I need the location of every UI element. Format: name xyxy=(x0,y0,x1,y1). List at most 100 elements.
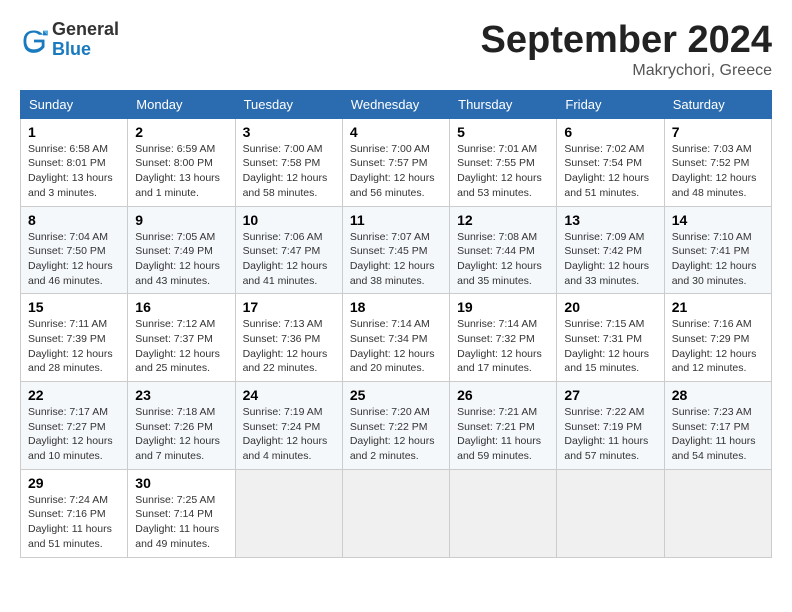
day-info: Sunrise: 7:18 AM Sunset: 7:26 PM Dayligh… xyxy=(135,405,227,464)
day-number: 9 xyxy=(135,212,227,228)
calendar-day-cell: 7 Sunrise: 7:03 AM Sunset: 7:52 PM Dayli… xyxy=(664,118,771,206)
calendar-day-cell: 13 Sunrise: 7:09 AM Sunset: 7:42 PM Dayl… xyxy=(557,206,664,294)
day-info: Sunrise: 7:16 AM Sunset: 7:29 PM Dayligh… xyxy=(672,317,764,376)
day-info: Sunrise: 7:09 AM Sunset: 7:42 PM Dayligh… xyxy=(564,230,656,289)
day-info: Sunrise: 7:21 AM Sunset: 7:21 PM Dayligh… xyxy=(457,405,549,464)
column-header-saturday: Saturday xyxy=(664,90,771,118)
calendar-week-row: 22 Sunrise: 7:17 AM Sunset: 7:27 PM Dayl… xyxy=(21,382,772,470)
day-number: 22 xyxy=(28,387,120,403)
day-number: 21 xyxy=(672,299,764,315)
column-header-thursday: Thursday xyxy=(450,90,557,118)
day-number: 27 xyxy=(564,387,656,403)
day-info: Sunrise: 7:01 AM Sunset: 7:55 PM Dayligh… xyxy=(457,142,549,201)
calendar-week-row: 8 Sunrise: 7:04 AM Sunset: 7:50 PM Dayli… xyxy=(21,206,772,294)
calendar-day-cell: 4 Sunrise: 7:00 AM Sunset: 7:57 PM Dayli… xyxy=(342,118,449,206)
day-info: Sunrise: 7:20 AM Sunset: 7:22 PM Dayligh… xyxy=(350,405,442,464)
day-number: 7 xyxy=(672,124,764,140)
day-number: 14 xyxy=(672,212,764,228)
calendar-day-cell: 2 Sunrise: 6:59 AM Sunset: 8:00 PM Dayli… xyxy=(128,118,235,206)
day-number: 11 xyxy=(350,212,442,228)
day-number: 17 xyxy=(243,299,335,315)
calendar-day-cell: 11 Sunrise: 7:07 AM Sunset: 7:45 PM Dayl… xyxy=(342,206,449,294)
day-info: Sunrise: 7:22 AM Sunset: 7:19 PM Dayligh… xyxy=(564,405,656,464)
day-number: 25 xyxy=(350,387,442,403)
calendar-day-cell: 3 Sunrise: 7:00 AM Sunset: 7:58 PM Dayli… xyxy=(235,118,342,206)
day-info: Sunrise: 7:00 AM Sunset: 7:57 PM Dayligh… xyxy=(350,142,442,201)
calendar-day-cell: 1 Sunrise: 6:58 AM Sunset: 8:01 PM Dayli… xyxy=(21,118,128,206)
column-header-wednesday: Wednesday xyxy=(342,90,449,118)
empty-cell xyxy=(235,469,342,557)
day-info: Sunrise: 7:24 AM Sunset: 7:16 PM Dayligh… xyxy=(28,493,120,552)
day-info: Sunrise: 7:05 AM Sunset: 7:49 PM Dayligh… xyxy=(135,230,227,289)
day-number: 19 xyxy=(457,299,549,315)
empty-cell xyxy=(664,469,771,557)
day-info: Sunrise: 6:58 AM Sunset: 8:01 PM Dayligh… xyxy=(28,142,120,201)
day-number: 15 xyxy=(28,299,120,315)
calendar-day-cell: 27 Sunrise: 7:22 AM Sunset: 7:19 PM Dayl… xyxy=(557,382,664,470)
calendar-day-cell: 22 Sunrise: 7:17 AM Sunset: 7:27 PM Dayl… xyxy=(21,382,128,470)
calendar-day-cell: 24 Sunrise: 7:19 AM Sunset: 7:24 PM Dayl… xyxy=(235,382,342,470)
day-number: 6 xyxy=(564,124,656,140)
calendar-day-cell: 10 Sunrise: 7:06 AM Sunset: 7:47 PM Dayl… xyxy=(235,206,342,294)
calendar-table: SundayMondayTuesdayWednesdayThursdayFrid… xyxy=(20,90,772,558)
page-header: General Blue September 2024 Makrychori, … xyxy=(20,20,772,80)
calendar-day-cell: 20 Sunrise: 7:15 AM Sunset: 7:31 PM Dayl… xyxy=(557,294,664,382)
day-info: Sunrise: 7:15 AM Sunset: 7:31 PM Dayligh… xyxy=(564,317,656,376)
day-info: Sunrise: 7:25 AM Sunset: 7:14 PM Dayligh… xyxy=(135,493,227,552)
calendar-week-row: 15 Sunrise: 7:11 AM Sunset: 7:39 PM Dayl… xyxy=(21,294,772,382)
calendar-day-cell: 8 Sunrise: 7:04 AM Sunset: 7:50 PM Dayli… xyxy=(21,206,128,294)
calendar-day-cell: 18 Sunrise: 7:14 AM Sunset: 7:34 PM Dayl… xyxy=(342,294,449,382)
day-info: Sunrise: 7:13 AM Sunset: 7:36 PM Dayligh… xyxy=(243,317,335,376)
logo-blue: Blue xyxy=(52,40,119,60)
day-number: 24 xyxy=(243,387,335,403)
day-number: 1 xyxy=(28,124,120,140)
calendar-day-cell: 28 Sunrise: 7:23 AM Sunset: 7:17 PM Dayl… xyxy=(664,382,771,470)
calendar-day-cell: 30 Sunrise: 7:25 AM Sunset: 7:14 PM Dayl… xyxy=(128,469,235,557)
location: Makrychori, Greece xyxy=(481,62,773,80)
day-info: Sunrise: 7:14 AM Sunset: 7:32 PM Dayligh… xyxy=(457,317,549,376)
day-number: 2 xyxy=(135,124,227,140)
title-area: September 2024 Makrychori, Greece xyxy=(481,20,773,80)
day-number: 4 xyxy=(350,124,442,140)
column-header-friday: Friday xyxy=(557,90,664,118)
logo-icon xyxy=(20,27,48,55)
column-header-sunday: Sunday xyxy=(21,90,128,118)
logo: General Blue xyxy=(20,20,119,60)
day-info: Sunrise: 7:02 AM Sunset: 7:54 PM Dayligh… xyxy=(564,142,656,201)
calendar-day-cell: 16 Sunrise: 7:12 AM Sunset: 7:37 PM Dayl… xyxy=(128,294,235,382)
calendar-day-cell: 5 Sunrise: 7:01 AM Sunset: 7:55 PM Dayli… xyxy=(450,118,557,206)
day-number: 5 xyxy=(457,124,549,140)
empty-cell xyxy=(557,469,664,557)
day-number: 10 xyxy=(243,212,335,228)
calendar-day-cell: 29 Sunrise: 7:24 AM Sunset: 7:16 PM Dayl… xyxy=(21,469,128,557)
day-number: 18 xyxy=(350,299,442,315)
day-info: Sunrise: 7:19 AM Sunset: 7:24 PM Dayligh… xyxy=(243,405,335,464)
day-info: Sunrise: 7:14 AM Sunset: 7:34 PM Dayligh… xyxy=(350,317,442,376)
day-info: Sunrise: 7:10 AM Sunset: 7:41 PM Dayligh… xyxy=(672,230,764,289)
day-number: 26 xyxy=(457,387,549,403)
column-header-monday: Monday xyxy=(128,90,235,118)
day-info: Sunrise: 7:04 AM Sunset: 7:50 PM Dayligh… xyxy=(28,230,120,289)
calendar-header-row: SundayMondayTuesdayWednesdayThursdayFrid… xyxy=(21,90,772,118)
day-number: 28 xyxy=(672,387,764,403)
day-info: Sunrise: 7:07 AM Sunset: 7:45 PM Dayligh… xyxy=(350,230,442,289)
calendar-day-cell: 26 Sunrise: 7:21 AM Sunset: 7:21 PM Dayl… xyxy=(450,382,557,470)
empty-cell xyxy=(450,469,557,557)
day-info: Sunrise: 7:23 AM Sunset: 7:17 PM Dayligh… xyxy=(672,405,764,464)
month-title: September 2024 xyxy=(481,20,773,62)
calendar-day-cell: 6 Sunrise: 7:02 AM Sunset: 7:54 PM Dayli… xyxy=(557,118,664,206)
day-number: 8 xyxy=(28,212,120,228)
column-header-tuesday: Tuesday xyxy=(235,90,342,118)
day-number: 20 xyxy=(564,299,656,315)
calendar-day-cell: 25 Sunrise: 7:20 AM Sunset: 7:22 PM Dayl… xyxy=(342,382,449,470)
day-number: 30 xyxy=(135,475,227,491)
day-info: Sunrise: 7:06 AM Sunset: 7:47 PM Dayligh… xyxy=(243,230,335,289)
empty-cell xyxy=(342,469,449,557)
day-info: Sunrise: 7:00 AM Sunset: 7:58 PM Dayligh… xyxy=(243,142,335,201)
day-info: Sunrise: 6:59 AM Sunset: 8:00 PM Dayligh… xyxy=(135,142,227,201)
day-number: 12 xyxy=(457,212,549,228)
day-info: Sunrise: 7:08 AM Sunset: 7:44 PM Dayligh… xyxy=(457,230,549,289)
calendar-day-cell: 17 Sunrise: 7:13 AM Sunset: 7:36 PM Dayl… xyxy=(235,294,342,382)
calendar-day-cell: 12 Sunrise: 7:08 AM Sunset: 7:44 PM Dayl… xyxy=(450,206,557,294)
day-info: Sunrise: 7:03 AM Sunset: 7:52 PM Dayligh… xyxy=(672,142,764,201)
